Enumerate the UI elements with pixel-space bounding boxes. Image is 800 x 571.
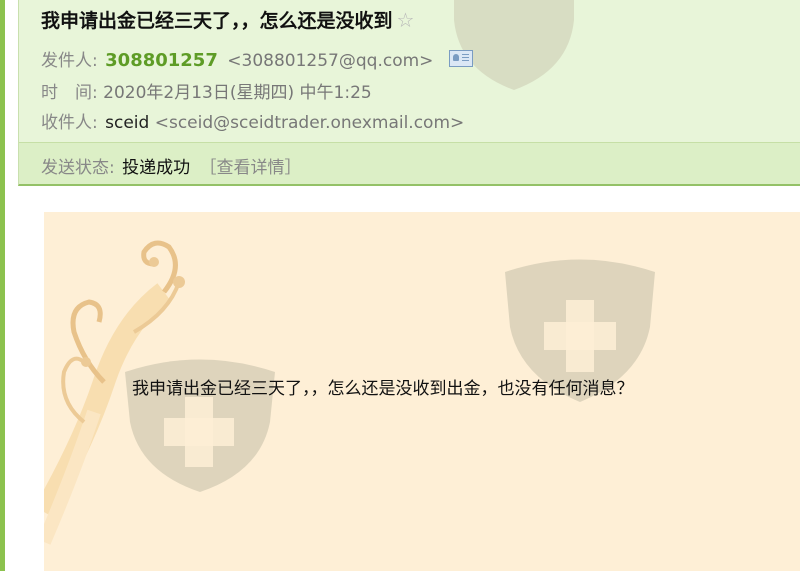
sender-name[interactable]: 308801257 (105, 50, 218, 71)
star-icon[interactable]: ☆ (397, 8, 415, 32)
view-details-link[interactable]: ［查看详情］ (200, 158, 302, 178)
time-label: 时 间: (41, 83, 98, 103)
recipient-row: 收件人: sceid <sceid@sceidtrader.onexmail.c… (41, 108, 464, 133)
time-row: 时 间: 2020年2月13日(星期四) 中午1:25 (41, 78, 372, 103)
shield-watermark-icon (454, 0, 574, 90)
from-label: 发件人: (41, 51, 98, 71)
mail-body: 我申请出金已经三天了，，怎么还是没收到出金，也没有任何消息？ (44, 212, 800, 571)
shield-watermark-icon (125, 359, 275, 492)
message-text: 我申请出金已经三天了，，怎么还是没收到出金，也没有任何消息？ (132, 379, 634, 399)
recipient-name[interactable]: sceid (105, 113, 149, 133)
sender-address[interactable]: <308801257@qq.com> (227, 51, 433, 71)
delivery-status-bar: 发送状态: 投递成功 ［查看详情］ (19, 142, 800, 184)
status-value: 投递成功 (122, 158, 191, 178)
to-label: 收件人: (41, 113, 98, 133)
sender-row: 发件人: 308801257 <308801257@qq.com> (41, 46, 473, 71)
delivery-status: 发送状态: 投递成功 ［查看详情］ (41, 153, 302, 178)
mail-subject: 我申请出金已经三天了，，怎么还是没收到 ☆ (41, 6, 414, 33)
mail-header: 我申请出金已经三天了，，怎么还是没收到 ☆ 发件人: 308801257 <308… (18, 0, 800, 186)
contact-card-icon[interactable] (448, 50, 473, 67)
time-value: 2020年2月13日(星期四) 中午1:25 (103, 83, 372, 103)
status-label: 发送状态: (41, 158, 115, 178)
left-accent-bar (0, 0, 5, 571)
mail-subject-text: 我申请出金已经三天了，，怎么还是没收到 (41, 10, 393, 32)
recipient-address[interactable]: <sceid@sceidtrader.onexmail.com> (155, 113, 465, 133)
